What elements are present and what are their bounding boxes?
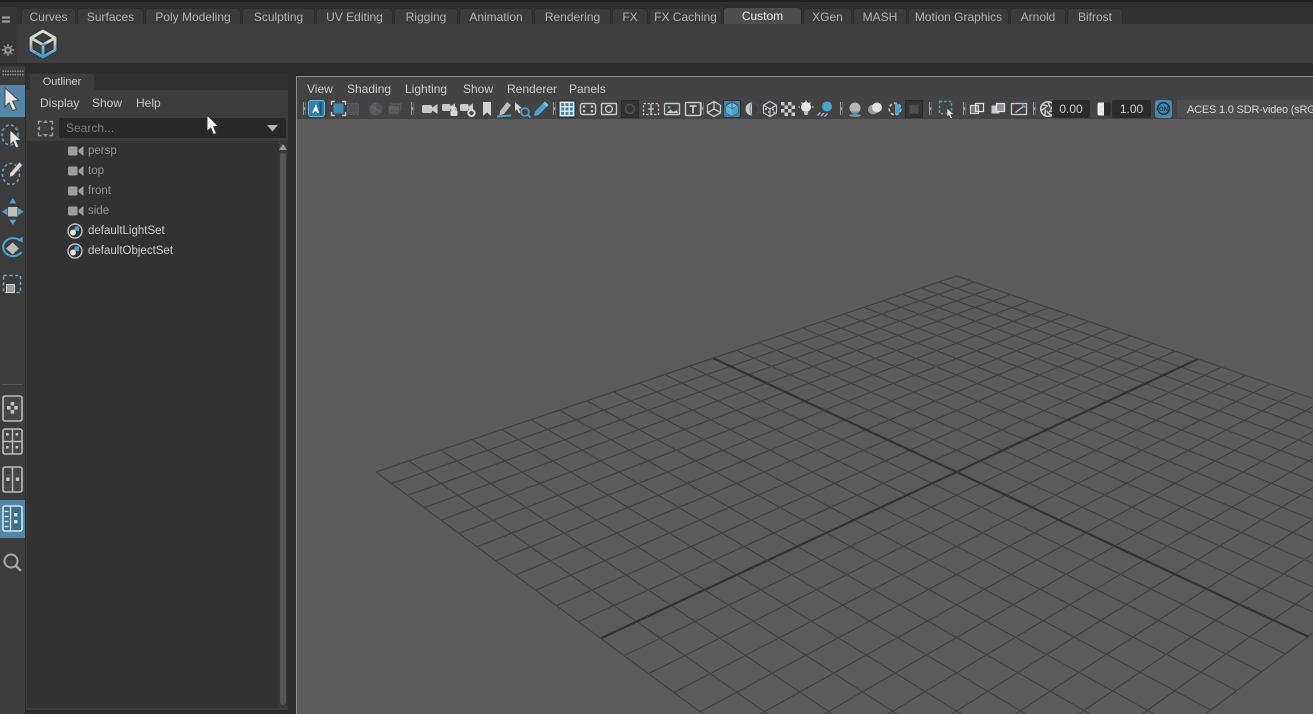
svg-text:ON: ON bbox=[1159, 107, 1168, 113]
